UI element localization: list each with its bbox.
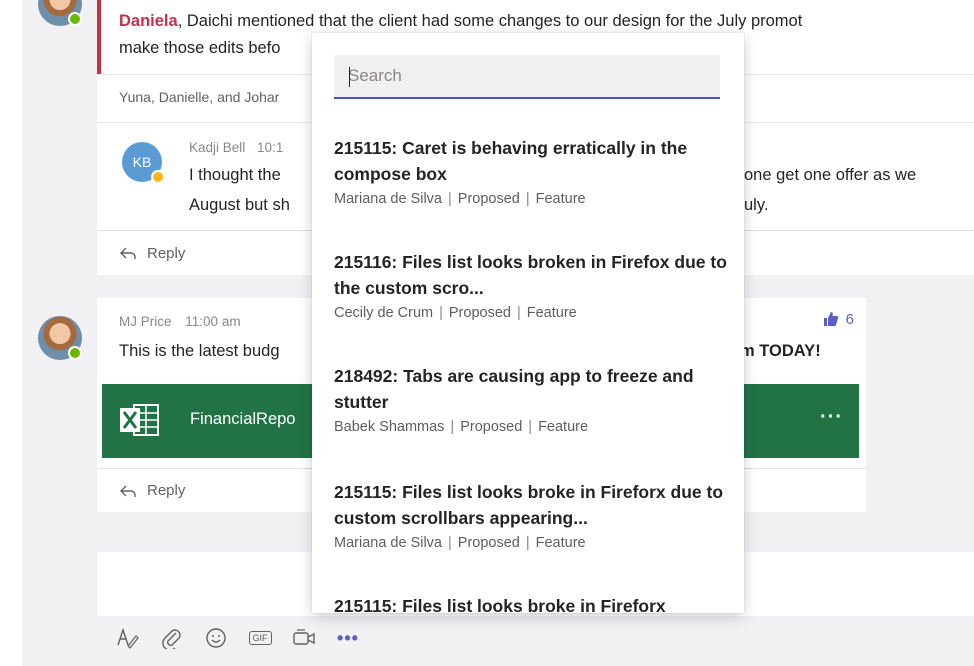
list-item[interactable]: 215115: Files list looks broke in Firefo… — [334, 479, 734, 551]
reply-text-line1-left: I thought the — [189, 166, 281, 184]
presence-away-icon — [151, 170, 165, 184]
result-meta: Cecily de Crum | Proposed | Feature — [334, 305, 577, 321]
result-meta: Mariana de Silva | Proposed | Feature — [334, 535, 586, 551]
search-input[interactable] — [334, 55, 720, 99]
reply-label: Reply — [147, 244, 186, 262]
like-count[interactable]: 6 — [822, 310, 854, 328]
result-title: 215115: Caret is behaving erratically in… — [334, 138, 688, 184]
message-meta: MJ Price 11:00 am — [119, 314, 241, 329]
excel-icon — [120, 404, 159, 436]
emoji-icon[interactable] — [204, 626, 228, 650]
thumbs-up-icon — [823, 312, 838, 326]
gif-icon[interactable]: GIF — [248, 626, 272, 650]
message-time: 11:00 am — [185, 314, 241, 329]
meet-now-icon[interactable] — [292, 626, 316, 650]
reply-text-line2-right: uly. — [744, 196, 769, 214]
reply-label: Reply — [147, 482, 186, 499]
list-item[interactable]: 215116: Files list looks broken in Firef… — [334, 249, 734, 321]
file-name: FinancialRepo — [190, 410, 296, 428]
list-item[interactable]: 215115: Caret is behaving erratically in… — [334, 135, 734, 207]
result-title: 218492: Tabs are causing app to freeze a… — [334, 366, 694, 412]
reply-text-line2-left: August but sh — [189, 196, 290, 214]
list-item[interactable]: 218492: Tabs are causing app to freeze a… — [334, 363, 734, 435]
reply-icon — [120, 247, 136, 259]
message-author: MJ Price — [119, 314, 172, 329]
list-item[interactable]: 215115: Files list looks broke in Firefo… — [334, 593, 734, 613]
replies-summary[interactable]: Yuna, Danielle, and Johar — [119, 89, 279, 105]
presence-available-icon — [68, 12, 82, 26]
result-meta: Mariana de Silva | Proposed | Feature — [334, 191, 586, 207]
compose-toolbar: GIF ••• — [116, 624, 360, 652]
reply-icon — [120, 485, 136, 497]
format-icon[interactable] — [116, 626, 140, 650]
reply-author: Kadji Bell — [189, 140, 246, 155]
work-item-search-popup: 215115: Caret is behaving erratically in… — [312, 33, 744, 613]
mention-daniela[interactable]: Daniela — [119, 12, 178, 30]
text-caret — [349, 67, 350, 87]
result-meta: Babek Shammas | Proposed | Feature — [334, 419, 589, 435]
presence-available-icon — [68, 346, 82, 360]
message-text-left: This is the latest budg — [119, 342, 280, 360]
reply-text-line1-right: one get one offer as we — [744, 166, 917, 184]
left-rail — [0, 0, 22, 666]
result-title: 215115: Files list looks broke in Firefo… — [334, 482, 724, 528]
reply-meta: Kadji Bell 10:1 — [189, 140, 283, 155]
more-options-icon[interactable]: ••• — [336, 626, 360, 650]
attach-icon[interactable] — [160, 626, 184, 650]
result-title: 215115: Files list looks broke in Firefo… — [334, 596, 666, 613]
message-text-right: m TODAY! — [740, 342, 821, 360]
file-more-options-button[interactable]: ··· — [820, 406, 843, 429]
result-title: 215116: Files list looks broken in Firef… — [334, 252, 727, 298]
reply-time: 10:1 — [257, 140, 284, 155]
urgent-indicator — [97, 0, 101, 74]
